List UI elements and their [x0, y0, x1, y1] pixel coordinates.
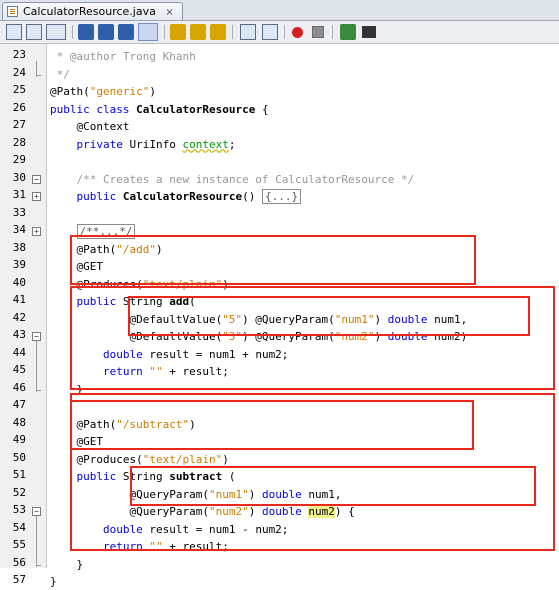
line-number: 31: [12, 188, 26, 201]
line-number: 28: [12, 135, 26, 149]
subtract-params-box: [130, 466, 536, 506]
file-tab[interactable]: CalculatorResource.java ×: [2, 2, 183, 20]
editor-tab-bar: CalculatorResource.java ×: [0, 0, 559, 21]
code-line[interactable]: @Path("generic"): [50, 83, 156, 100]
code-line[interactable]: }: [50, 556, 83, 573]
back-icon[interactable]: [46, 24, 66, 40]
line-number: 45: [12, 363, 26, 376]
fold-end: [36, 564, 41, 566]
toggle-highlight-icon[interactable]: [138, 23, 158, 41]
code-line[interactable]: public class CalculatorResource {: [50, 101, 269, 118]
line-number: 42: [12, 310, 26, 324]
comment-icon[interactable]: [340, 24, 356, 40]
uncomment-icon[interactable]: [362, 26, 376, 38]
line-number: 33: [12, 205, 26, 219]
record-macro-icon[interactable]: [292, 27, 303, 38]
line-number: 29: [12, 153, 26, 166]
prev-bookmark-icon[interactable]: [170, 24, 186, 40]
collapse-fold-icon[interactable]: −: [32, 174, 41, 184]
line-number: 57: [12, 573, 26, 586]
line-number: 56: [12, 555, 26, 569]
line-number: 40: [12, 275, 26, 289]
line-number: 51: [12, 468, 26, 481]
collapse-fold-icon[interactable]: −: [32, 332, 41, 341]
find-prev-icon[interactable]: [98, 24, 114, 40]
code-line[interactable]: /** Creates a new instance of Calculator…: [50, 171, 415, 188]
line-number: 34: [12, 223, 26, 236]
line-number-gutter: 23 24 25 26 27 28 29 30 31 33 34 38 39 40 41 42 43 44 45 46…: [0, 44, 47, 586]
line-number: 41: [12, 293, 26, 306]
fold-guide: [36, 341, 37, 392]
line-number: 27: [12, 118, 26, 131]
line-number: 24: [12, 65, 26, 79]
line-number: 48: [12, 415, 26, 429]
fold-end: [36, 74, 41, 76]
line-number: 50: [12, 450, 26, 464]
line-number: 38: [12, 240, 26, 254]
find-next-icon[interactable]: [118, 24, 134, 40]
line-number: 52: [12, 485, 26, 499]
line-number: 25: [12, 83, 26, 96]
expand-fold-icon[interactable]: +: [32, 192, 41, 201]
subtract-annotations-box: [70, 400, 474, 450]
stop-macro-icon[interactable]: [312, 26, 324, 38]
line-number: 26: [12, 100, 26, 114]
find-icon[interactable]: [78, 24, 94, 40]
code-line[interactable]: */: [50, 66, 70, 83]
line-number: 53: [12, 503, 26, 516]
line-number: 47: [12, 398, 26, 411]
line-number: 44: [12, 345, 26, 359]
shift-left-icon[interactable]: [240, 24, 256, 40]
code-line[interactable]: private UriInfo context;: [50, 136, 236, 153]
file-tab-label: CalculatorResource.java: [23, 5, 156, 18]
line-number: 46: [12, 380, 26, 394]
line-number: 39: [12, 258, 26, 271]
code-line[interactable]: @Context: [50, 118, 129, 135]
editor-toolbar: [0, 21, 559, 44]
line-number: 23: [12, 48, 26, 61]
expand-fold-icon[interactable]: +: [32, 227, 41, 236]
add-annotations-box: [70, 235, 476, 285]
close-tab-icon[interactable]: ×: [165, 7, 173, 18]
next-bookmark-icon[interactable]: [190, 24, 206, 40]
line-number: 30: [12, 170, 26, 184]
toggle-bookmark-icon[interactable]: [210, 24, 226, 40]
fold-end: [36, 389, 41, 391]
shift-right-icon[interactable]: [262, 24, 278, 40]
code-line[interactable]: }: [50, 573, 57, 590]
source-icon[interactable]: [6, 24, 22, 40]
code-line[interactable]: public CalculatorResource() {...}: [50, 188, 302, 205]
java-file-icon: [7, 6, 18, 17]
code-line[interactable]: * @author Trong Khanh: [50, 48, 196, 65]
add-params-box: [128, 296, 530, 336]
history-icon[interactable]: [26, 24, 42, 40]
fold-guide: [36, 516, 37, 567]
line-number: 54: [12, 520, 26, 534]
line-number: 49: [12, 433, 26, 446]
collapse-fold-icon[interactable]: −: [32, 507, 41, 516]
line-number: 55: [12, 538, 26, 551]
line-number: 43: [12, 328, 26, 341]
